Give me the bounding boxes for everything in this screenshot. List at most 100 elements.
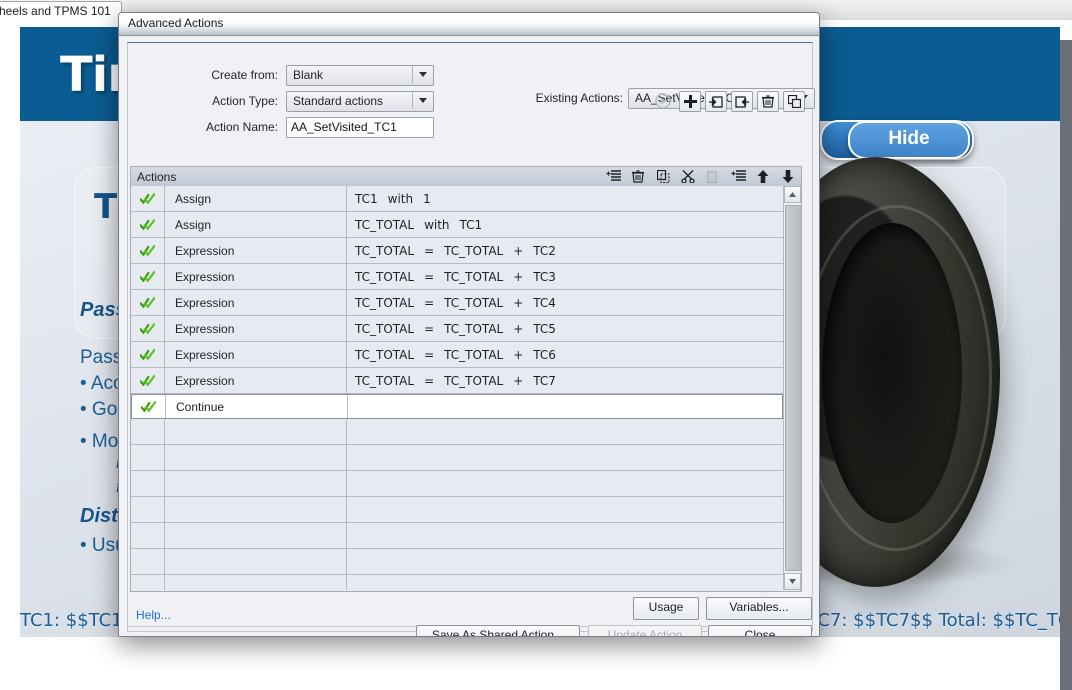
- action-type-cell[interactable]: Expression: [165, 368, 347, 393]
- usage-button[interactable]: Usage: [633, 597, 699, 620]
- action-row[interactable]: [131, 419, 783, 445]
- action-expression-cell[interactable]: TC_TOTAL=TC_TOTAL+TC6: [347, 342, 783, 367]
- actions-grid: Actions: [130, 166, 802, 592]
- action-enabled-checkmark-icon[interactable]: [131, 238, 165, 263]
- existing-actions-label: Existing Actions:: [498, 91, 623, 105]
- action-name-input[interactable]: AA_SetVisited_TC1: [286, 117, 434, 138]
- action-type-cell[interactable]: Expression: [165, 342, 347, 367]
- add-action-icon[interactable]: [604, 169, 622, 185]
- import-action-icon[interactable]: [731, 91, 753, 112]
- action-expression-cell[interactable]: TC_TOTAL=TC_TOTAL+TC4: [347, 290, 783, 315]
- action-enabled-checkmark-icon[interactable]: [131, 212, 165, 237]
- preview-icon: [653, 91, 673, 110]
- action-type-value: Standard actions: [293, 94, 383, 108]
- action-row[interactable]: [131, 471, 783, 497]
- action-type-cell[interactable]: [165, 471, 347, 496]
- expression-token: TC_TOTAL: [355, 218, 414, 232]
- action-expression-cell[interactable]: TC1with1: [347, 186, 783, 211]
- action-row[interactable]: AssignTC_TOTALwithTC1: [131, 212, 783, 238]
- action-type-cell[interactable]: Expression: [165, 238, 347, 263]
- dialog-titlebar[interactable]: [119, 13, 819, 36]
- action-row[interactable]: [131, 549, 783, 575]
- action-type-cell[interactable]: [165, 575, 347, 590]
- action-expression-cell[interactable]: [348, 395, 782, 418]
- expression-token: TC_TOTAL: [355, 296, 414, 310]
- help-link[interactable]: Help...: [136, 608, 171, 622]
- insert-action-icon[interactable]: [729, 169, 747, 185]
- action-enabled-checkmark-icon[interactable]: [131, 186, 165, 211]
- action-row[interactable]: ExpressionTC_TOTAL=TC_TOTAL+TC3: [131, 264, 783, 290]
- action-enabled-checkmark-icon[interactable]: [132, 395, 166, 418]
- action-row[interactable]: [131, 445, 783, 471]
- move-up-icon[interactable]: [754, 169, 772, 185]
- chevron-down-icon[interactable]: [412, 92, 433, 109]
- create-from-dropdown[interactable]: Blank: [286, 65, 434, 86]
- action-expression-cell[interactable]: [347, 497, 783, 522]
- actions-grid-scrollbar[interactable]: [783, 186, 801, 590]
- new-action-icon[interactable]: [679, 91, 701, 112]
- action-expression-cell[interactable]: [347, 549, 783, 574]
- create-from-label: Create from:: [148, 68, 278, 82]
- action-row[interactable]: [131, 575, 783, 590]
- duplicate-action-icon[interactable]: [783, 91, 805, 112]
- action-row[interactable]: ExpressionTC_TOTAL=TC_TOTAL+TC4: [131, 290, 783, 316]
- action-row[interactable]: AssignTC1with1: [131, 186, 783, 212]
- paste-icon: [704, 169, 722, 185]
- action-type-dropdown[interactable]: Standard actions: [286, 91, 434, 112]
- action-enabled-checkmark-icon[interactable]: [131, 342, 165, 367]
- move-down-icon[interactable]: [779, 169, 797, 185]
- copy-icon[interactable]: [654, 169, 672, 185]
- action-row[interactable]: Continue: [131, 394, 783, 419]
- action-expression-cell[interactable]: [347, 471, 783, 496]
- expression-token: =: [424, 374, 434, 388]
- action-type-cell[interactable]: Assign: [165, 212, 347, 237]
- cut-icon[interactable]: [679, 169, 697, 185]
- action-type-cell[interactable]: Expression: [165, 316, 347, 341]
- close-button[interactable]: Close: [708, 625, 812, 637]
- action-type-cell[interactable]: [165, 445, 347, 470]
- action-row[interactable]: ExpressionTC_TOTAL=TC_TOTAL+TC5: [131, 316, 783, 342]
- action-expression-cell[interactable]: TC_TOTAL=TC_TOTAL+TC7: [347, 368, 783, 393]
- action-type-cell[interactable]: Assign: [165, 186, 347, 211]
- action-enabled-checkmark-icon[interactable]: [131, 368, 165, 393]
- action-type-label: Action Type:: [148, 94, 278, 108]
- delete-action-row-icon[interactable]: [629, 169, 647, 185]
- action-type-cell[interactable]: [165, 419, 347, 444]
- action-type-cell[interactable]: Expression: [165, 290, 347, 315]
- action-type-cell[interactable]: [165, 549, 347, 574]
- action-expression-cell[interactable]: TC_TOTAL=TC_TOTAL+TC3: [347, 264, 783, 289]
- action-type-cell[interactable]: Continue: [166, 395, 348, 418]
- scroll-up-icon[interactable]: [784, 186, 801, 203]
- delete-action-icon[interactable]: [757, 91, 779, 112]
- action-enabled-checkmark-icon[interactable]: [131, 316, 165, 341]
- action-enabled-empty: [131, 549, 165, 574]
- project-tab[interactable]: heels and TPMS 101: [0, 1, 122, 20]
- action-row[interactable]: ExpressionTC_TOTAL=TC_TOTAL+TC6: [131, 342, 783, 368]
- actions-grid-rows: AssignTC1with1AssignTC_TOTALwithTC1Expre…: [131, 186, 783, 590]
- export-action-icon[interactable]: [705, 91, 727, 112]
- action-type-cell[interactable]: [165, 497, 347, 522]
- action-expression-cell[interactable]: TC_TOTALwithTC1: [347, 212, 783, 237]
- action-row[interactable]: [131, 497, 783, 523]
- action-expression-cell[interactable]: [347, 419, 783, 444]
- action-row[interactable]: [131, 523, 783, 549]
- action-expression-cell[interactable]: [347, 575, 783, 590]
- action-expression-cell[interactable]: [347, 445, 783, 470]
- scroll-down-icon[interactable]: [784, 573, 801, 590]
- scrollbar-thumb[interactable]: [785, 205, 802, 571]
- save-as-shared-action-button[interactable]: Save As Shared Action...: [416, 625, 580, 637]
- actions-grid-toolbar: [604, 168, 797, 185]
- expression-token: TC5: [533, 322, 556, 336]
- action-expression-cell[interactable]: TC_TOTAL=TC_TOTAL+TC2: [347, 238, 783, 263]
- variables-button[interactable]: Variables...: [706, 597, 812, 620]
- chevron-down-icon[interactable]: [412, 66, 433, 83]
- action-type-cell[interactable]: Expression: [165, 264, 347, 289]
- expression-token: TC7: [533, 374, 556, 388]
- action-expression-cell[interactable]: [347, 523, 783, 548]
- action-enabled-checkmark-icon[interactable]: [131, 290, 165, 315]
- action-row[interactable]: ExpressionTC_TOTAL=TC_TOTAL+TC7: [131, 368, 783, 394]
- action-enabled-checkmark-icon[interactable]: [131, 264, 165, 289]
- action-expression-cell[interactable]: TC_TOTAL=TC_TOTAL+TC5: [347, 316, 783, 341]
- action-row[interactable]: ExpressionTC_TOTAL=TC_TOTAL+TC2: [131, 238, 783, 264]
- action-type-cell[interactable]: [165, 523, 347, 548]
